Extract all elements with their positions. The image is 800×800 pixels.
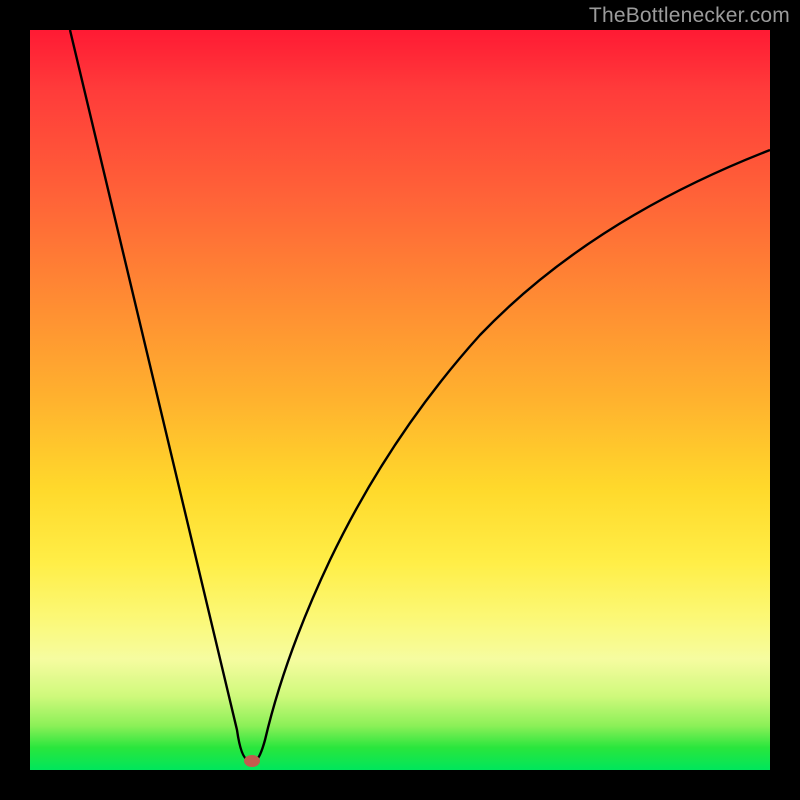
gradient-plot-area: [30, 30, 770, 770]
watermark-text: TheBottlenecker.com: [589, 4, 790, 28]
min-point-marker: [244, 755, 260, 767]
bottleneck-curve: [70, 30, 770, 760]
bottleneck-curve-svg: [30, 30, 770, 770]
frame: TheBottlenecker.com: [0, 0, 800, 800]
